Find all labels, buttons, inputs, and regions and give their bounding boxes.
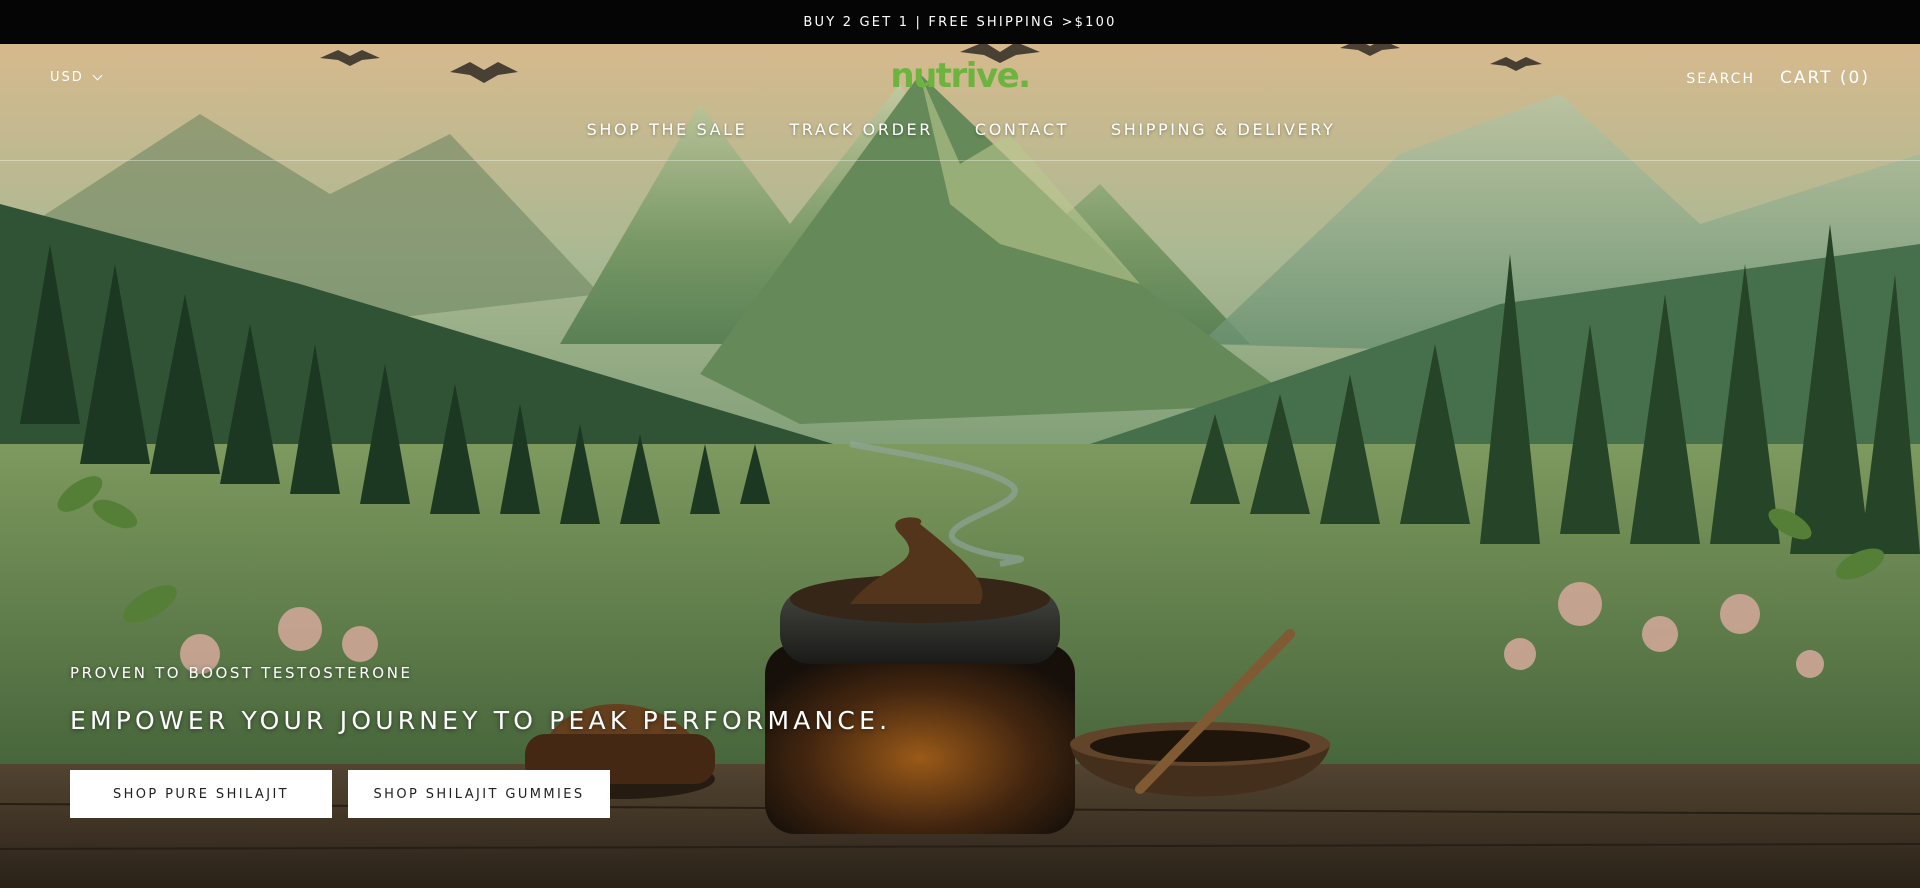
hero-headline: EMPOWER YOUR JOURNEY TO PEAK PERFORMANCE… xyxy=(70,706,892,735)
hero-banner xyxy=(0,44,1920,888)
shop-pure-shilajit-button[interactable]: SHOP PURE SHILAJIT xyxy=(70,770,332,818)
cart-link[interactable]: CART (0) xyxy=(1780,68,1870,88)
nav-contact[interactable]: CONTACT xyxy=(975,120,1069,139)
site-header: USD nutrive. SEARCH CART (0) SHOP THE SA… xyxy=(0,44,1920,161)
nav-shipping-delivery[interactable]: SHIPPING & DELIVERY xyxy=(1111,120,1335,139)
site-logo[interactable]: nutrive. xyxy=(890,56,1031,96)
hero-kicker: PROVEN TO BOOST TESTOSTERONE xyxy=(70,664,413,682)
announcement-text: BUY 2 GET 1 | FREE SHIPPING >$100 xyxy=(803,14,1117,30)
shop-shilajit-gummies-button[interactable]: SHOP SHILAJIT GUMMIES xyxy=(348,770,610,818)
logo-wrapper: nutrive. xyxy=(0,56,1920,96)
main-nav: SHOP THE SALE TRACK ORDER CONTACT SHIPPI… xyxy=(0,120,1920,139)
nav-shop-the-sale[interactable]: SHOP THE SALE xyxy=(587,120,748,139)
currency-selector[interactable]: USD xyxy=(50,70,103,85)
announcement-bar: BUY 2 GET 1 | FREE SHIPPING >$100 xyxy=(0,0,1920,44)
chevron-down-icon xyxy=(92,70,103,81)
hero-landscape-image xyxy=(0,44,1920,888)
nav-track-order[interactable]: TRACK ORDER xyxy=(789,120,933,139)
search-link[interactable]: SEARCH xyxy=(1686,71,1755,87)
currency-label: USD xyxy=(50,70,84,85)
